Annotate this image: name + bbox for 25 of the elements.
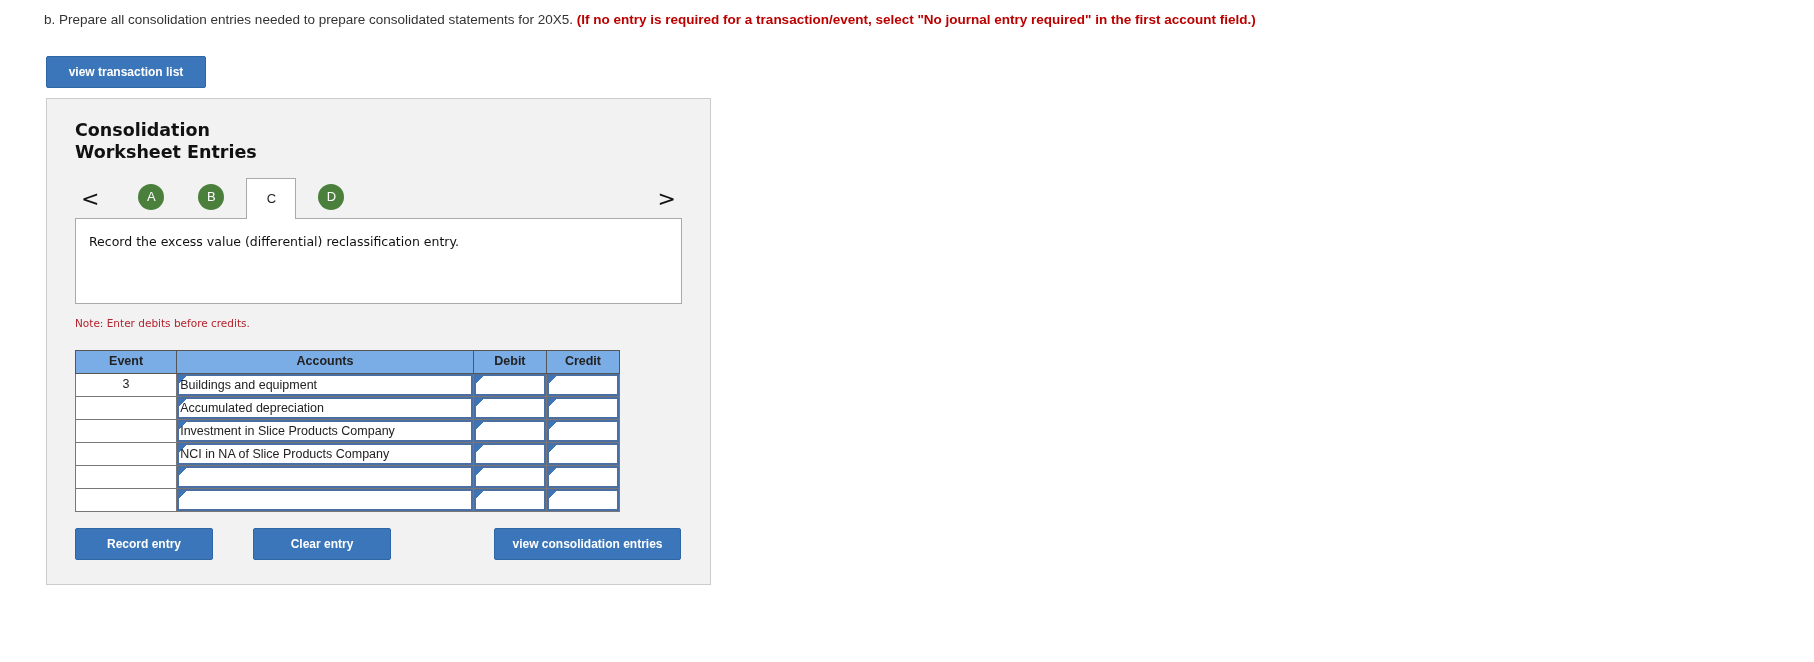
account-field[interactable]: Accumulated depreciation [177,396,473,419]
view-transaction-list-button[interactable]: view transaction list [46,56,206,88]
account-field[interactable] [177,488,473,511]
account-field[interactable]: NCI in NA of Slice Products Company [177,442,473,465]
entry-tab[interactable]: D [318,184,345,210]
column-header: Event [75,350,177,374]
column-header: Debit [473,350,547,374]
view-consolidation-entries-button[interactable]: view consolidation entries [494,527,681,560]
entry-tab[interactable]: A [138,184,165,210]
next-button[interactable]: > [651,188,682,210]
account-field[interactable] [177,465,473,488]
clear-entry-button[interactable]: Clear entry [253,527,391,560]
entry-tab[interactable]: B [198,184,225,210]
column-header: Accounts [176,350,474,374]
instruction-text: b. Prepare all consolidation entries needed to prepare consolidated statements for 20X5. (If no entry is required for a transaction/event, select "No journal entry required" in the first account field.) [44,11,1257,29]
record-entry-button[interactable]: Record entry [75,527,213,560]
entry-tab[interactable]: C [246,178,297,219]
account-field[interactable]: Investment in Slice Products Company [177,419,473,442]
account-field[interactable]: Buildings and equipment [177,373,473,396]
column-header: Credit [546,350,620,374]
previous-button[interactable]: < [75,188,106,210]
event-cell: 3 [75,373,177,397]
note-text: Note: Enter debits before credits. [75,316,251,331]
prompt-text: Record the excess value (differential) reclassification entry. [75,218,682,304]
panel-title: Consolidation Worksheet Entries [75,119,258,163]
